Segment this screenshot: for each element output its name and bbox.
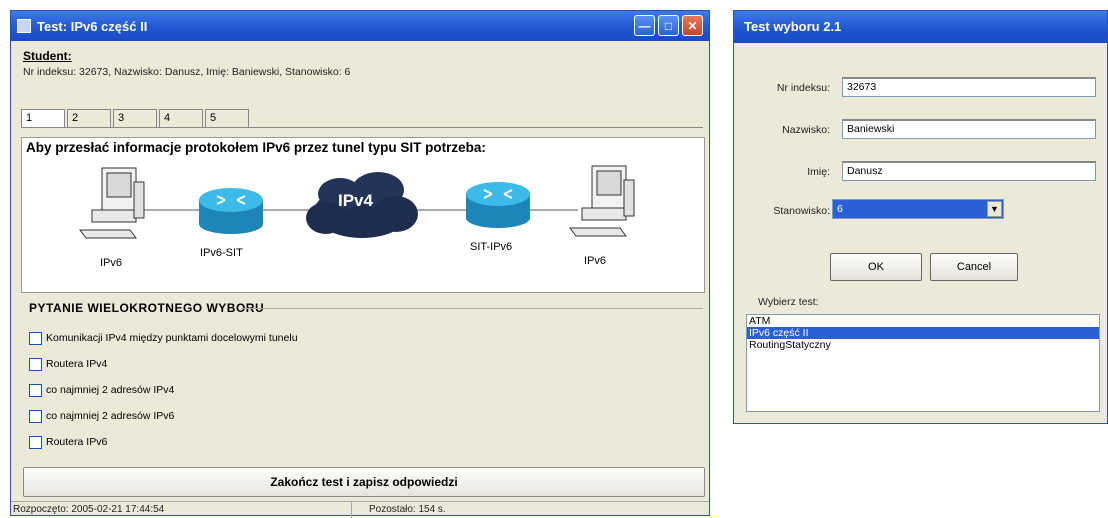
tab-5[interactable]: 5 (205, 109, 249, 127)
left-pc-icon (79, 167, 145, 239)
status-remaining: Pozostało: 154 s. (369, 504, 446, 515)
network-diagram: IPv6 IPv6-SIT IPv4 SIT-IPv6 IPv6 (79, 165, 635, 269)
tab-3[interactable]: 3 (113, 109, 157, 127)
test-list-label: Wybierz test: (758, 296, 819, 308)
answer-option[interactable]: co najmniej 2 adresów IPv4 (29, 377, 298, 403)
name-label: Imię: (807, 166, 830, 178)
station-select[interactable]: 6 ▼ (832, 199, 1004, 219)
left-router-icon (199, 188, 263, 234)
test-list-item-selected[interactable]: IPv6 część II (747, 327, 1099, 339)
tab-1[interactable]: 1 (21, 109, 65, 128)
answer-label: co najmniej 2 adresów IPv4 (46, 384, 175, 396)
name-field[interactable]: Danusz (842, 161, 1096, 181)
answer-options: Komunikacji IPv4 między punktami docelow… (29, 325, 298, 455)
answer-label: co najmniej 2 adresów IPv6 (46, 410, 175, 422)
cancel-button[interactable]: Cancel (930, 253, 1018, 281)
answer-checkbox[interactable] (29, 383, 42, 397)
dialog-title: Test wyboru 2.1 (744, 19, 842, 34)
answer-label: Routera IPv4 (46, 358, 108, 370)
tab-2[interactable]: 2 (67, 109, 111, 127)
answer-checkbox[interactable] (29, 435, 42, 449)
test-selection-dialog: Test wyboru 2.1 Nr indeksu: 32673 Nazwis… (733, 10, 1108, 424)
finish-test-button[interactable]: Zakończ test i zapisz odpowiedzi (23, 467, 705, 497)
surname-label: Nazwisko: (782, 124, 830, 136)
answer-option[interactable]: Routera IPv6 (29, 429, 298, 455)
answer-label: Komunikacji IPv4 między punktami docelow… (46, 332, 298, 344)
status-started: Rozpoczęto: 2005-02-21 17:44:54 (13, 504, 165, 515)
answer-checkbox[interactable] (29, 331, 42, 345)
dialog-titlebar[interactable]: Test wyboru 2.1 (734, 11, 1107, 43)
answer-option[interactable]: Komunikacji IPv4 między punktami docelow… (29, 325, 298, 351)
surname-field[interactable]: Baniewski (842, 119, 1096, 139)
maximize-button[interactable]: □ (658, 15, 679, 36)
student-info: Nr indeksu: 32673, Nazwisko: Danusz, Imi… (23, 66, 351, 78)
chevron-down-icon[interactable]: ▼ (987, 201, 1002, 217)
minimize-button[interactable]: — (634, 15, 655, 36)
window-title: Test: IPv6 część II (37, 18, 148, 34)
question-text: Aby przesłać informacje protokołem IPv6 … (26, 140, 486, 155)
multiple-choice-divider (241, 308, 703, 309)
main-titlebar[interactable]: Test: IPv6 część II — □ ✕ (11, 11, 709, 41)
student-header: Student: (23, 49, 72, 63)
cloud-label: IPv4 (338, 191, 374, 210)
close-button[interactable]: ✕ (682, 15, 703, 36)
close-icon: ✕ (687, 18, 698, 33)
answer-option[interactable]: co najmniej 2 adresów IPv6 (29, 403, 298, 429)
answer-label: Routera IPv6 (46, 436, 108, 448)
question-tabs: 1 2 3 4 5 (21, 109, 251, 128)
index-field[interactable]: 32673 (842, 77, 1096, 97)
right-pc-icon (569, 165, 635, 237)
multiple-choice-title: PYTANIE WIELOKROTNEGO WYBORU (29, 301, 265, 315)
tab-4[interactable]: 4 (159, 109, 203, 127)
status-bar: Rozpoczęto: 2005-02-21 17:44:54 Pozostał… (11, 501, 709, 518)
right-router-icon (466, 182, 530, 228)
right-router-label: SIT-IPv6 (470, 241, 512, 253)
index-label: Nr indeksu: (776, 82, 830, 94)
station-label: Stanowisko: (773, 205, 830, 217)
tab-divider (21, 127, 703, 128)
left-pc-label: IPv6 (100, 257, 122, 269)
answer-option[interactable]: Routera IPv4 (29, 351, 298, 377)
app-icon (17, 19, 31, 33)
answer-checkbox[interactable] (29, 409, 42, 423)
test-listbox[interactable]: ATM IPv6 część II RoutingStatyczny (746, 314, 1100, 412)
test-list-item[interactable]: ATM (747, 315, 1099, 327)
answer-checkbox[interactable] (29, 357, 42, 371)
maximize-icon: □ (664, 18, 673, 33)
test-window: Test: IPv6 część II — □ ✕ Student: Nr in… (10, 10, 710, 518)
station-value: 6 (837, 203, 843, 215)
question-panel: Aby przesłać informacje protokołem IPv6 … (21, 137, 705, 293)
right-pc-label: IPv6 (584, 255, 606, 267)
minimize-icon: — (638, 18, 651, 33)
test-list-item[interactable]: RoutingStatyczny (747, 339, 1099, 351)
left-router-label: IPv6-SIT (200, 247, 243, 259)
ok-button[interactable]: OK (830, 253, 922, 281)
